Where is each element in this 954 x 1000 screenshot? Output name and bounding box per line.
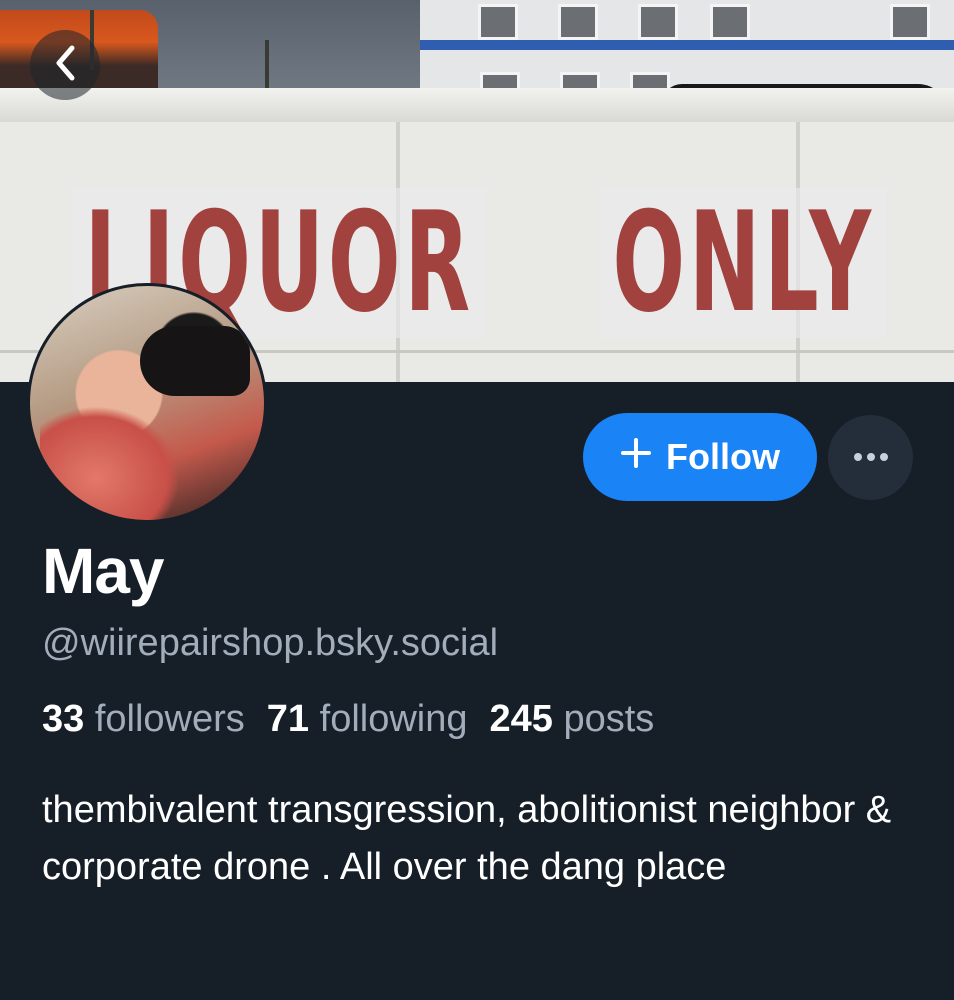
followers-label: followers bbox=[94, 698, 245, 740]
building-window bbox=[638, 4, 678, 40]
posts-label: posts bbox=[563, 698, 655, 740]
posts-count: 245 bbox=[489, 698, 553, 740]
avatar-hair bbox=[40, 406, 180, 520]
avatar-dog bbox=[140, 326, 250, 396]
avatar[interactable] bbox=[27, 283, 267, 523]
follow-button[interactable]: Follow bbox=[583, 413, 817, 501]
building-window bbox=[478, 4, 518, 40]
profile-stats: 33 followers 71 following 245 posts bbox=[42, 698, 654, 741]
following-label: following bbox=[319, 698, 468, 740]
more-options-button[interactable] bbox=[828, 415, 913, 500]
wall-ledge bbox=[0, 88, 954, 122]
profile-bio: thembivalent transgression, abolitionist… bbox=[42, 789, 892, 888]
back-button[interactable] bbox=[30, 30, 100, 100]
posts-stat: 245 posts bbox=[490, 698, 655, 740]
following-count: 71 bbox=[266, 698, 310, 740]
profile-handle: @wiirepairshop.bsky.social bbox=[42, 622, 499, 664]
following-link[interactable]: 71 following bbox=[267, 698, 468, 740]
display-name: May bbox=[42, 535, 164, 607]
building-window bbox=[890, 4, 930, 40]
building-window bbox=[558, 4, 598, 40]
ellipsis-icon bbox=[853, 449, 889, 467]
stencil-text-right: ONLY bbox=[600, 188, 888, 338]
building-stripe bbox=[420, 40, 954, 50]
building-window bbox=[710, 4, 750, 40]
banner-palm-tree bbox=[265, 40, 269, 90]
chevron-left-icon bbox=[51, 43, 79, 88]
followers-count: 33 bbox=[42, 698, 85, 740]
follow-button-label: Follow bbox=[666, 436, 780, 477]
plus-icon bbox=[620, 436, 652, 478]
followers-link[interactable]: 33 followers bbox=[42, 698, 245, 740]
